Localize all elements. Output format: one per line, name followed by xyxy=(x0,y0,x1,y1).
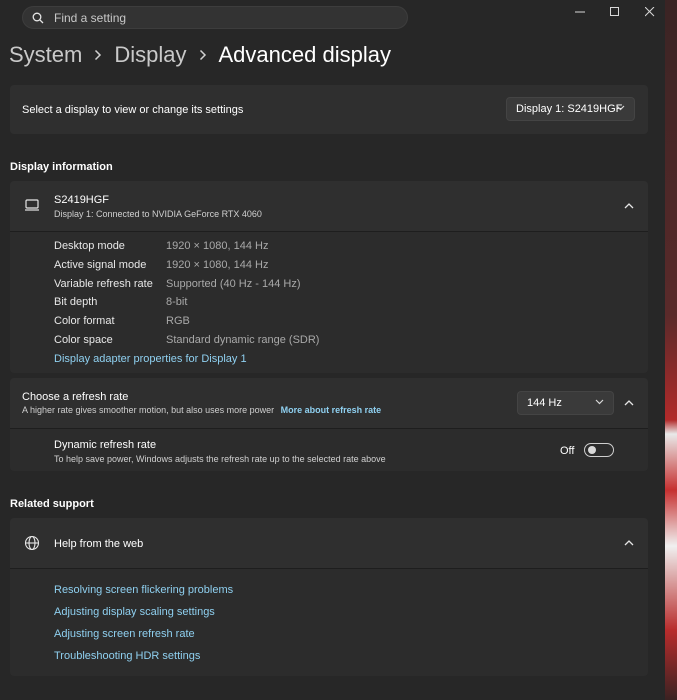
display-selector-value: Display 1: S2419HGF xyxy=(516,103,623,115)
chevron-up-icon xyxy=(624,400,634,406)
info-row-variable-refresh-rate: Variable refresh rate Supported (40 Hz -… xyxy=(54,278,301,290)
minimize-button[interactable] xyxy=(560,0,600,24)
more-about-refresh-rate-link[interactable]: More about refresh rate xyxy=(281,405,382,415)
related-support-heading: Related support xyxy=(10,498,94,510)
search-icon xyxy=(32,12,44,23)
page-title: Advanced display xyxy=(218,42,391,67)
close-icon xyxy=(645,7,655,17)
display-info-header[interactable] xyxy=(10,181,648,231)
chevron-up-icon xyxy=(624,203,634,209)
display-information-heading: Display information xyxy=(10,161,113,173)
chevron-down-icon xyxy=(595,399,604,405)
info-row-color-space: Color space Standard dynamic range (SDR) xyxy=(54,334,320,346)
info-row-desktop-mode: Desktop mode 1920 × 1080, 144 Hz xyxy=(54,240,269,252)
refresh-rate-title: Choose a refresh rate xyxy=(22,391,129,403)
refresh-rate-value: 144 Hz xyxy=(527,397,562,409)
chevron-right-icon xyxy=(94,49,102,61)
collapse-refresh-rate-button[interactable] xyxy=(619,393,639,413)
chevron-right-icon xyxy=(199,49,207,61)
breadcrumb-display[interactable]: Display xyxy=(114,42,186,68)
help-link-display-scaling[interactable]: Adjusting display scaling settings xyxy=(54,606,215,618)
info-row-color-format: Color format RGB xyxy=(54,315,190,327)
maximize-button[interactable] xyxy=(595,0,635,24)
help-link-screen-flickering[interactable]: Resolving screen flickering problems xyxy=(54,584,233,596)
monitor-subtitle: Display 1: Connected to NVIDIA GeForce R… xyxy=(54,209,262,219)
help-link-refresh-rate[interactable]: Adjusting screen refresh rate xyxy=(54,628,195,640)
minimize-icon xyxy=(575,11,585,13)
maximize-icon xyxy=(610,7,619,16)
chevron-up-icon xyxy=(624,540,634,546)
collapse-help-button[interactable] xyxy=(619,533,639,553)
monitor-name: S2419HGF xyxy=(54,194,110,206)
info-row-active-signal-mode: Active signal mode 1920 × 1080, 144 Hz xyxy=(54,259,269,271)
search-box[interactable] xyxy=(22,6,408,29)
dynamic-refresh-state: Off xyxy=(560,445,575,457)
dynamic-refresh-title: Dynamic refresh rate xyxy=(54,439,157,451)
chevron-down-icon xyxy=(616,105,625,111)
collapse-display-info-button[interactable] xyxy=(619,196,639,216)
help-from-web-title: Help from the web xyxy=(54,538,144,550)
close-button[interactable] xyxy=(630,0,670,24)
dynamic-refresh-subtitle: To help save power, Windows adjusts the … xyxy=(54,454,386,464)
refresh-rate-dropdown[interactable]: 144 Hz xyxy=(517,391,614,415)
refresh-rate-subtitle: A higher rate gives smoother motion, but… xyxy=(22,405,275,415)
select-display-label: Select a display to view or change its s… xyxy=(22,104,244,116)
monitor-icon xyxy=(25,199,39,211)
breadcrumb: System Display Advanced display xyxy=(9,42,391,68)
desktop-wallpaper-edge xyxy=(665,0,677,700)
search-input[interactable] xyxy=(52,9,376,26)
toggle-knob xyxy=(588,446,596,454)
refresh-rate-subtitle-line: A higher rate gives smoother motion, but… xyxy=(22,405,381,415)
info-row-bit-depth: Bit depth 8-bit xyxy=(54,296,188,308)
breadcrumb-system[interactable]: System xyxy=(9,42,82,68)
globe-icon xyxy=(24,535,40,551)
dynamic-refresh-toggle[interactable] xyxy=(584,443,614,457)
help-link-hdr[interactable]: Troubleshooting HDR settings xyxy=(54,650,200,662)
display-adapter-properties-link[interactable]: Display adapter properties for Display 1 xyxy=(54,353,247,365)
display-selector-dropdown[interactable]: Display 1: S2419HGF xyxy=(506,97,635,121)
